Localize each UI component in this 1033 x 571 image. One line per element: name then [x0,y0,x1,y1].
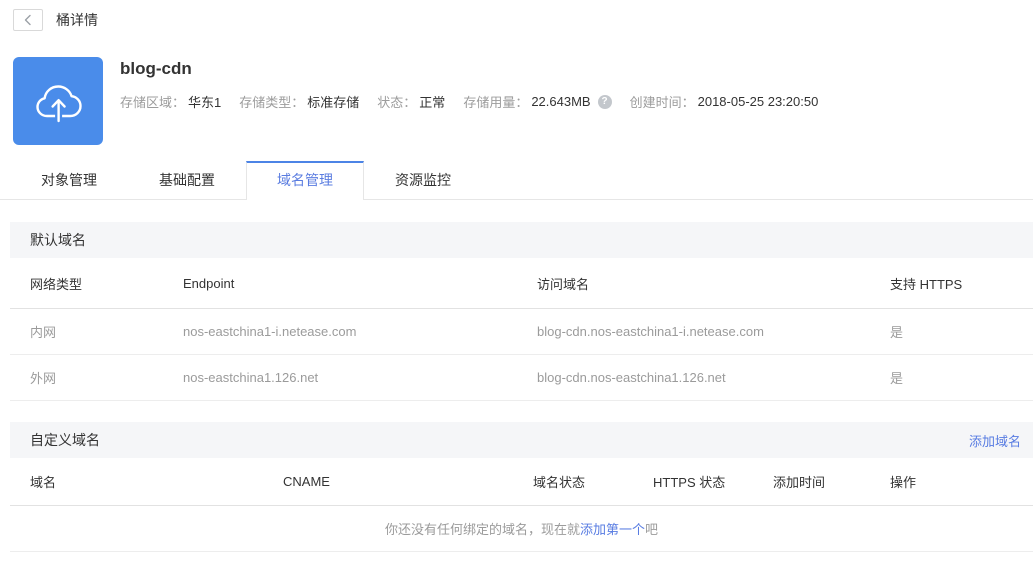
col-access-domain: 访问域名 [537,276,590,292]
cloud-upload-icon [30,76,86,126]
default-domains-table: 网络类型 Endpoint 访问域名 支持 HTTPS 内网 nos-eastc… [10,258,1033,401]
tab-resource-monitor[interactable]: 资源监控 [364,161,482,199]
bucket-meta: 存储区域： 华东1 存储类型： 标准存储 状态： 正常 存储用量： 22.643… [120,92,836,111]
col-domain-status: 域名状态 [533,475,586,490]
section-title: 默认域名 [30,232,86,248]
table-row: 内网 nos-eastchina1-i.netease.com blog-cdn… [10,309,1033,355]
bucket-avatar [13,57,103,145]
network-type-cell: 外网 [30,371,57,386]
status-value: 正常 [419,95,446,110]
col-https-support: 支持 HTTPS [890,276,963,292]
empty-state: 你还没有任何绑定的域名，现在就 添加第一个吧 [10,506,1033,552]
add-first-domain-link[interactable]: 添加第一个 [580,519,645,538]
table-header-row: 域名 CNAME 域名状态 HTTPS 状态 添加时间 操作 [10,458,1033,506]
help-icon[interactable]: ? [597,94,612,109]
col-endpoint: Endpoint [183,275,235,291]
topbar: 桶详情 [13,9,1033,31]
col-added-time: 添加时间 [773,475,826,490]
section-default-domains: 默认域名 [10,222,1033,258]
bucket-header: blog-cdn 存储区域： 华东1 存储类型： 标准存储 状态： 正常 存储用… [13,57,1033,145]
meta-storage-type: 存储类型： 标准存储 [239,95,360,110]
meta-created-time: 创建时间： 2018-05-25 23:20:50 [629,94,819,110]
bucket-name: blog-cdn [120,59,192,78]
empty-state-text: 吧 [645,522,659,537]
section-title: 自定义域名 [30,432,100,448]
table-row: 外网 nos-eastchina1.126.net blog-cdn.nos-e… [10,355,1033,401]
col-network-type: 网络类型 [30,276,83,292]
https-cell: 是 [890,325,904,340]
https-cell: 是 [890,371,904,386]
tab-basic-config[interactable]: 基础配置 [128,161,246,199]
col-https-status: HTTPS 状态 [653,475,726,490]
col-domain: 域名 [30,475,57,490]
custom-domains-table: 域名 CNAME 域名状态 HTTPS 状态 添加时间 操作 你还没有任何绑定的… [10,458,1033,552]
meta-storage-usage: 存储用量： 22.643MB ? [463,92,612,111]
access-domain-cell: blog-cdn.nos-eastchina1-i.netease.com [537,324,764,339]
back-button[interactable] [13,9,43,31]
endpoint-cell: nos-eastchina1-i.netease.com [183,324,357,339]
col-cname: CNAME [283,474,330,489]
tab-domain-management[interactable]: 域名管理 [246,161,364,200]
bucket-info: blog-cdn 存储区域： 华东1 存储类型： 标准存储 状态： 正常 存储用… [120,57,836,145]
tab-object-management[interactable]: 对象管理 [10,161,128,199]
meta-storage-region: 存储区域： 华东1 [120,95,222,110]
add-domain-link[interactable]: 添加域名 [969,431,1021,450]
col-actions: 操作 [890,475,917,490]
empty-state-text: 你还没有任何绑定的域名，现在就 [384,522,580,537]
chevron-left-icon [22,13,34,27]
network-type-cell: 内网 [30,325,57,340]
endpoint-cell: nos-eastchina1.126.net [183,370,319,385]
meta-status: 状态： 正常 [377,92,445,111]
access-domain-cell: blog-cdn.nos-eastchina1.126.net [537,370,726,385]
tab-bar: 对象管理 基础配置 域名管理 资源监控 [0,161,1033,200]
table-header-row: 网络类型 Endpoint 访问域名 支持 HTTPS [10,258,1033,309]
section-custom-domains: 自定义域名 添加域名 [10,422,1033,458]
page-title: 桶详情 [56,12,98,28]
